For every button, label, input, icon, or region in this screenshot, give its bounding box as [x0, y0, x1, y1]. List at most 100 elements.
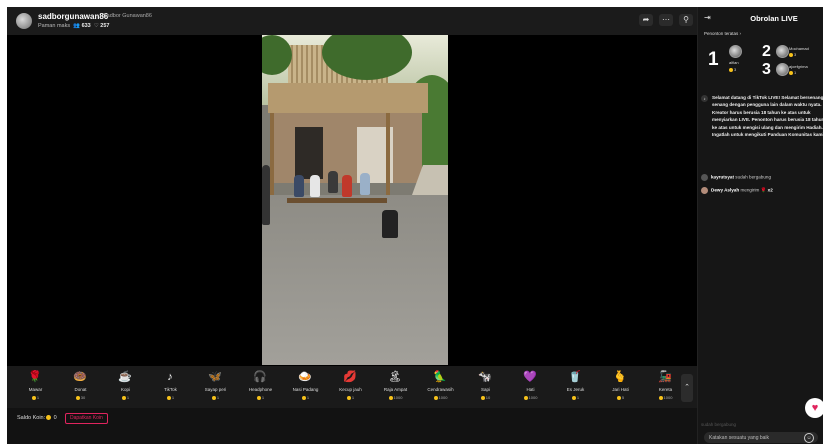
gift-cost: 1000	[508, 395, 553, 400]
chat-username[interactable]: kayrutsyat	[711, 175, 734, 180]
donut-icon: 🍩	[73, 371, 87, 383]
gift-name: Mawar	[28, 387, 43, 392]
chat-username[interactable]: Dewy Aslyah	[711, 188, 739, 193]
gift-cost: 1	[238, 395, 283, 400]
live-video[interactable]	[262, 35, 448, 365]
gift-item[interactable]: 🫰 Jari Hati 5	[598, 368, 643, 406]
stream-meta: Paman maks 👥 633 ♡ 257	[38, 23, 109, 29]
gift-item[interactable]: ☕ Kopi 1	[103, 368, 148, 406]
gift-cost: 1000	[373, 395, 418, 400]
balance-label: Saldo Koin:	[17, 415, 46, 421]
host-username[interactable]: sadborgunawan86	[38, 12, 108, 21]
gift-name: Es Jeruk	[566, 387, 585, 392]
gift-item[interactable]: ♪ TikTok 1	[148, 368, 193, 406]
rose-icon: 🌹	[760, 187, 767, 193]
avatar[interactable]	[701, 174, 708, 181]
gift-item[interactable]: 🍩 Donat 30	[58, 368, 103, 406]
gift-item[interactable]: 🌹 Mawar 1	[13, 368, 58, 406]
live-chat-panel: ⇥ Obrolan LIVE Penonton teratas › 1 alfi…	[697, 7, 823, 444]
gift-item[interactable]: 🍛 Nasi Padang 1	[283, 368, 328, 406]
gift-cost: 1	[553, 395, 598, 400]
user-icon[interactable]: ⚲	[679, 14, 693, 26]
gift-bar: 🌹 Mawar 1 🍩 Donat 30 ☕ Kopi 1 ♪ TikTok 1 🦋 Sayap peri…	[7, 366, 697, 408]
like-count: 257	[100, 23, 110, 29]
cow-icon: 🐄	[478, 371, 492, 383]
coin-balance: Saldo Koin: 0	[17, 415, 57, 421]
live-page: sadborgunawan86 Sadbor Gunawan86 Paman m…	[7, 7, 823, 444]
gift-cost: 1	[283, 395, 328, 400]
heart-icon: 💜	[523, 371, 537, 383]
top-viewer-name: ajoefgrima	[789, 64, 808, 69]
video-ground	[262, 195, 448, 365]
avatar[interactable]	[701, 187, 708, 194]
coffee-icon: ☕	[118, 371, 132, 383]
share-arrow-icon[interactable]: ➦	[639, 14, 653, 26]
fairy-wings-icon: 🦋	[208, 371, 222, 383]
top-viewer-avatar[interactable]	[776, 63, 789, 76]
gift-name: Jari Hati	[612, 387, 629, 392]
chat-input-box[interactable]: ☺	[704, 432, 818, 443]
video-stage[interactable]	[7, 35, 697, 366]
gift-cost: 30	[58, 395, 103, 400]
video-pillar	[386, 113, 390, 203]
video-person	[294, 175, 304, 197]
video-roof	[268, 83, 428, 113]
heart-icon[interactable]: ♥	[805, 398, 823, 418]
chevron-right-icon: ›	[739, 31, 742, 36]
gift-item[interactable]: 🦋 Sayap peri 1	[193, 368, 238, 406]
get-coins-button[interactable]: Dapatkan Koin	[65, 413, 108, 424]
tiktok-icon: ♪	[701, 95, 708, 102]
gift-cost: 1	[193, 395, 238, 400]
emoji-icon[interactable]: ☺	[804, 433, 814, 443]
headphone-icon: 🎧	[253, 371, 267, 383]
gift-cost: 10	[463, 395, 508, 400]
gift-item[interactable]: 🥤 Es Jeruk 1	[553, 368, 598, 406]
host-display-name: Sadbor Gunawan86	[103, 13, 152, 19]
top-viewer-avatar[interactable]	[729, 45, 742, 58]
video-person	[262, 165, 270, 225]
gift-item[interactable]: 🐄 Sapi 10	[463, 368, 508, 406]
coin-icon	[46, 415, 52, 421]
chevron-up-icon[interactable]: ⌃	[681, 374, 693, 402]
gift-item[interactable]: 💜 Hati 1000	[508, 368, 553, 406]
gift-cost: 1	[103, 395, 148, 400]
rice-dish-icon: 🍛	[298, 371, 312, 383]
gift-item[interactable]: 💋 Kecup jauh 1	[328, 368, 373, 406]
video-pillar	[270, 113, 274, 203]
gift-item[interactable]: 🎧 Headphone 1	[238, 368, 283, 406]
gift-name: Headphone	[248, 387, 273, 392]
viewer-count: 633	[81, 23, 91, 29]
gift-name: Donat	[74, 387, 87, 392]
collapse-icon[interactable]: ⇥	[704, 13, 711, 22]
island-icon: 🏝	[388, 371, 402, 383]
top-viewer-name: Mochamad	[789, 46, 809, 51]
chat-faint-event: sudah bergabung	[701, 422, 736, 427]
video-person	[328, 171, 338, 193]
rank-number: 3	[762, 61, 771, 78]
viewers-icon: 👥	[73, 23, 81, 29]
kiss-icon: 💋	[343, 371, 357, 383]
more-dots-icon[interactable]: ⋯	[659, 14, 673, 26]
top-viewer-avatar[interactable]	[776, 45, 789, 58]
avatar[interactable]	[16, 13, 32, 29]
video-person	[382, 210, 398, 238]
gift-multiplier: x2	[767, 187, 773, 193]
chat-input[interactable]	[709, 433, 799, 442]
video-door	[295, 127, 323, 179]
welcome-text: Selamat datang di TikTok LIVE! Selamat b…	[712, 95, 823, 138]
chat-event-text: mengirim	[740, 187, 760, 193]
gift-item[interactable]: 🏝 Raja Ampat 1000	[373, 368, 418, 406]
rank-number: 2	[762, 43, 771, 60]
gift-name: Kopi	[120, 387, 130, 392]
tiktok-icon: ♪	[167, 371, 173, 383]
gift-cost: 5	[598, 395, 643, 400]
top-viewers-label[interactable]: Penonton teratas ›	[704, 31, 741, 36]
top-viewer-score: 3	[729, 67, 736, 72]
chat-event-gift: Dewy Aslyah mengirim 🌹 x2	[701, 187, 773, 194]
rose-icon: 🌹	[28, 371, 42, 383]
gift-name: Hati	[526, 387, 535, 392]
stream-header: sadborgunawan86 Sadbor Gunawan86 Paman m…	[7, 7, 697, 35]
gift-item[interactable]: 🦜 Cendrawasih 1000	[418, 368, 463, 406]
juice-icon: 🥤	[568, 371, 582, 383]
bird-icon: 🦜	[433, 371, 447, 383]
